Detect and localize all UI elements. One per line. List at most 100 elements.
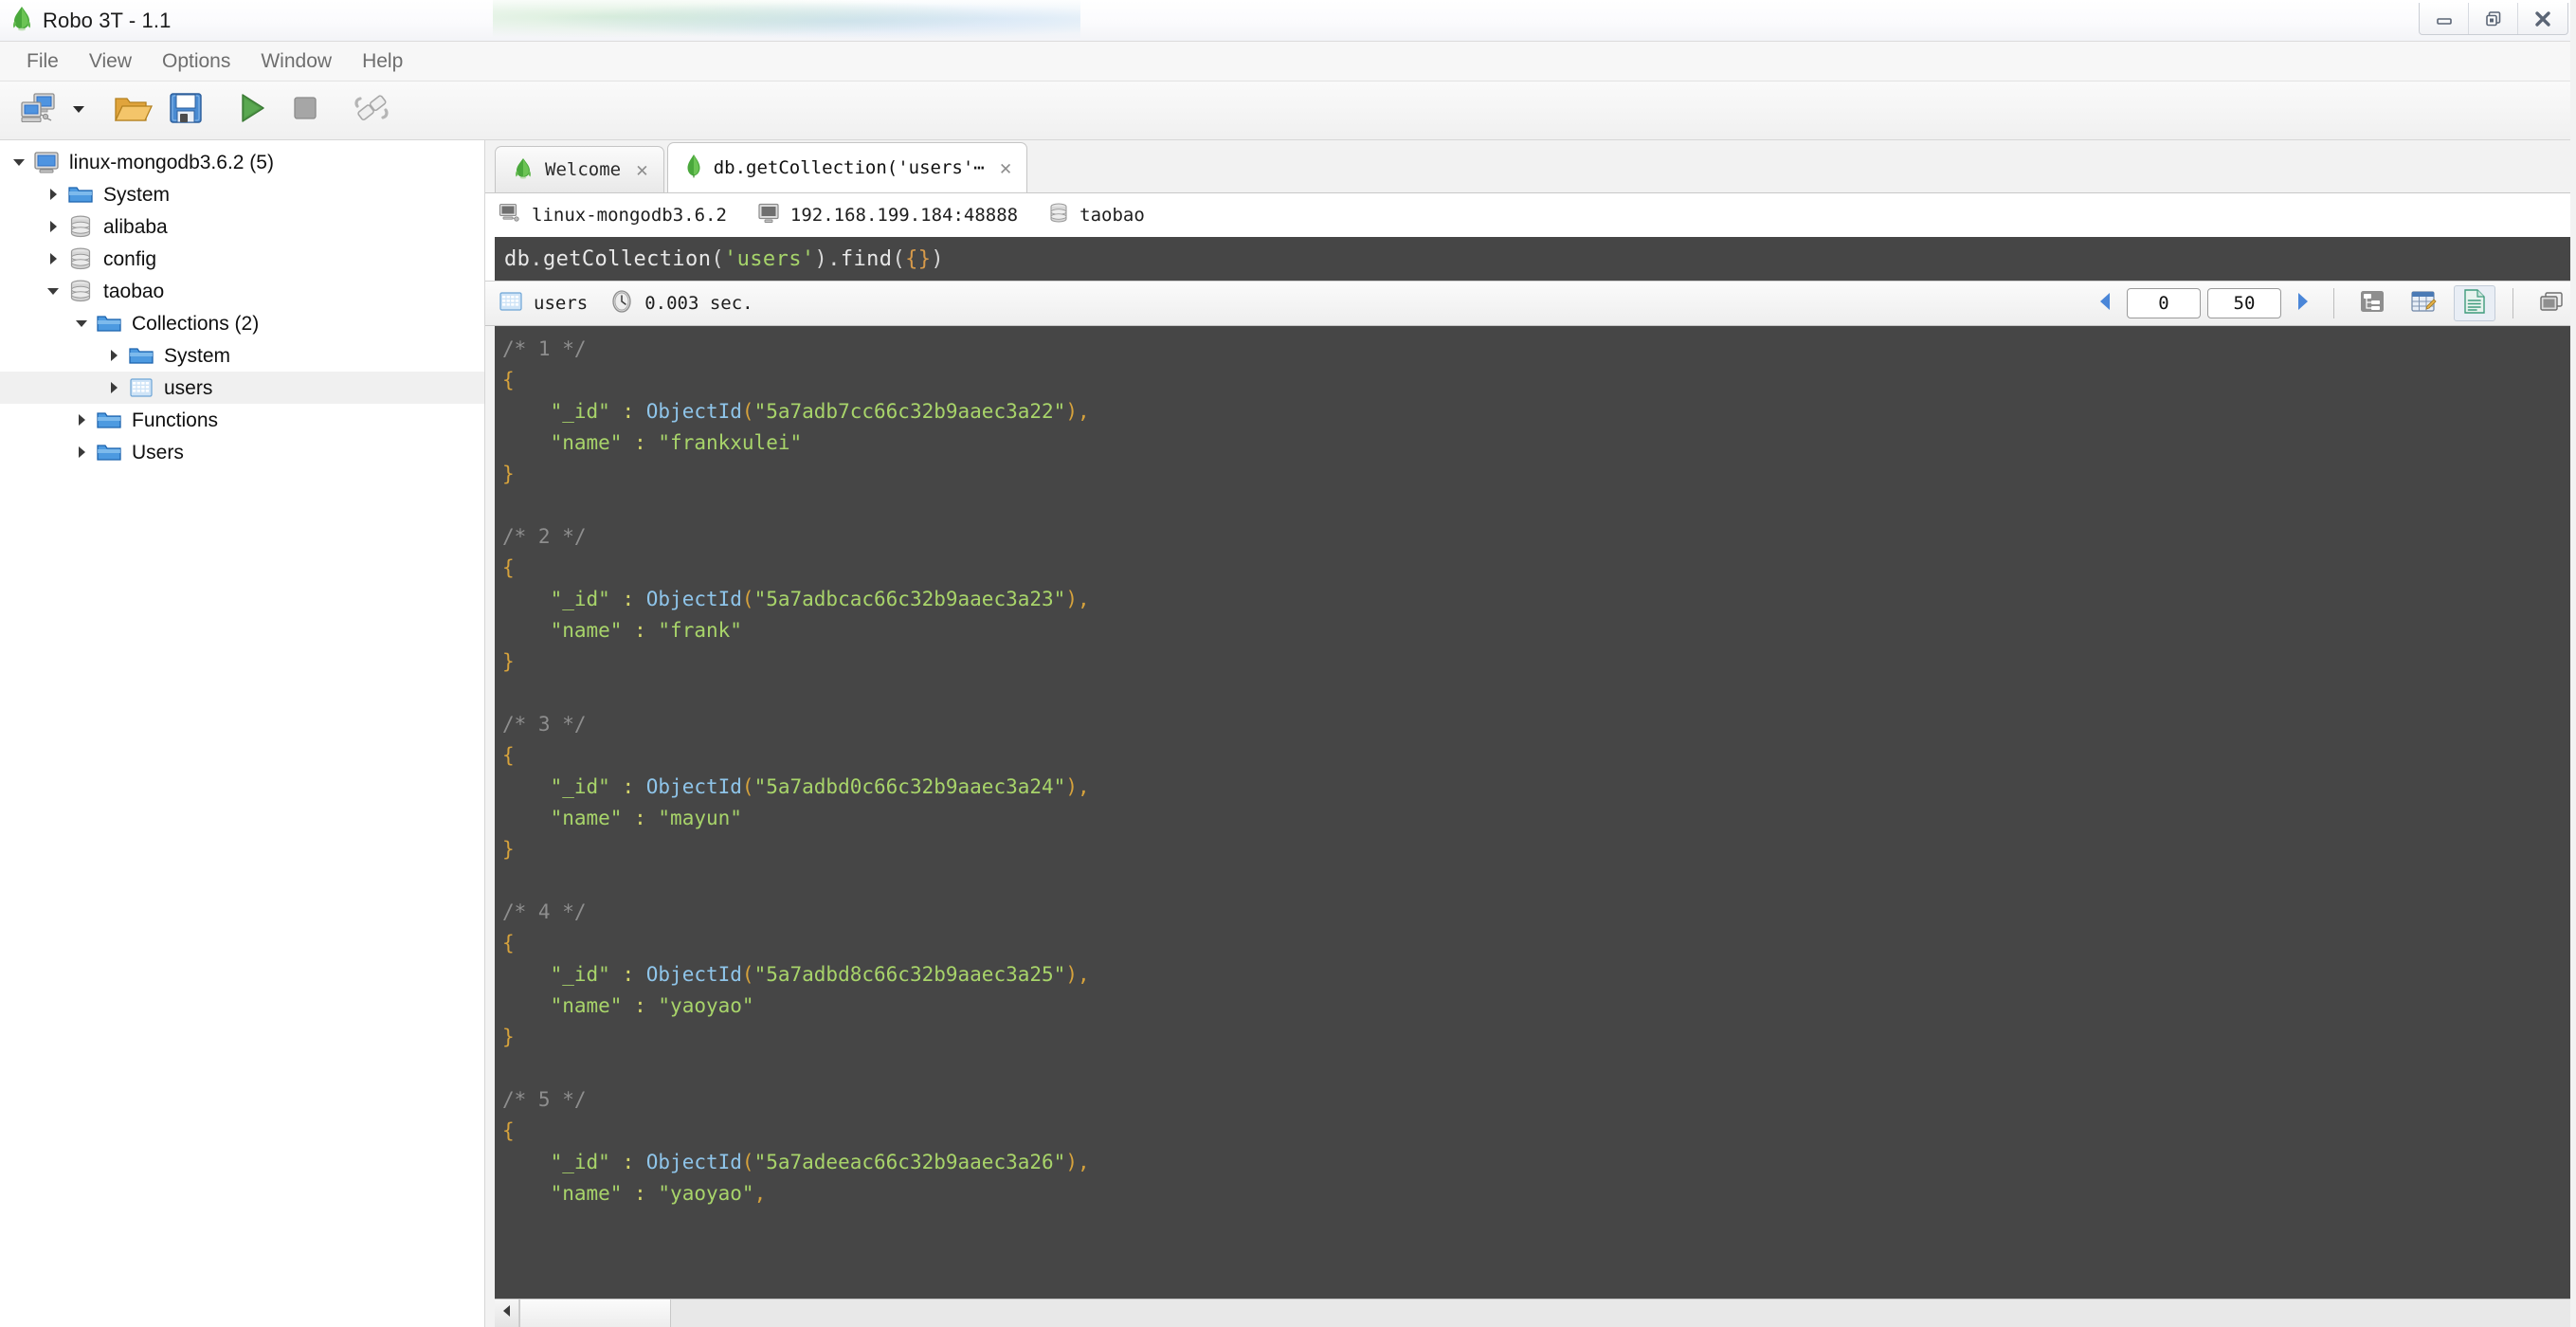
tree-item-db-taobao[interactable]: taobao bbox=[0, 275, 484, 307]
connect-dropdown[interactable] bbox=[66, 87, 91, 135]
split-view-icon bbox=[2538, 289, 2565, 318]
menu-view[interactable]: View bbox=[74, 46, 147, 77]
pager-limit-input[interactable]: 50 bbox=[2207, 288, 2281, 318]
execute-button[interactable] bbox=[227, 87, 277, 135]
field-key-id: "_id" bbox=[550, 400, 610, 423]
minimize-button[interactable] bbox=[2420, 3, 2469, 34]
floppy-save-icon bbox=[168, 91, 204, 130]
robo3t-leaf-icon bbox=[513, 156, 534, 184]
objectid-close-paren: ) bbox=[1065, 963, 1078, 986]
token-db: db bbox=[504, 246, 531, 271]
text-view-button[interactable] bbox=[2454, 285, 2495, 321]
results-collection-name: users bbox=[534, 293, 589, 314]
tree-item-system-collections[interactable]: System bbox=[0, 339, 484, 372]
document-comment: /* 4 */ bbox=[502, 900, 587, 923]
tab-label: Welcome bbox=[545, 159, 622, 180]
twisty-closed-icon[interactable] bbox=[100, 342, 127, 369]
field-colon: : bbox=[622, 775, 635, 798]
collection-icon bbox=[127, 375, 155, 400]
objectid-type: ObjectId bbox=[645, 775, 742, 798]
field-key-name: "name" bbox=[550, 431, 623, 454]
document-open-brace: { bbox=[502, 932, 515, 954]
results-toolbar: users 0.003 sec. 0 50 bbox=[485, 281, 2576, 326]
field-key-name: "name" bbox=[550, 619, 623, 642]
open-script-button[interactable] bbox=[108, 87, 157, 135]
field-colon: : bbox=[634, 431, 646, 454]
result-document: /* 3 */ { "_id" : ObjectId("5a7adbd0c66c… bbox=[502, 709, 2576, 897]
hscroll-left-button[interactable] bbox=[495, 1300, 519, 1327]
menu-file[interactable]: File bbox=[11, 46, 74, 77]
disconnect-button[interactable] bbox=[347, 87, 396, 135]
tab-welcome[interactable]: Welcome ✕ bbox=[495, 146, 664, 192]
field-key-name: "name" bbox=[550, 1182, 623, 1205]
query-editor[interactable]: db. getCollection('users'). find({}) bbox=[495, 237, 2576, 281]
tree-item-db-alibaba[interactable]: alibaba bbox=[0, 210, 484, 243]
document-close-brace: } bbox=[502, 650, 515, 673]
twisty-closed-icon[interactable] bbox=[100, 374, 127, 401]
results-horizontal-scrollbar[interactable] bbox=[495, 1299, 2576, 1327]
title-bar-glow bbox=[493, 0, 1080, 42]
hscroll-track[interactable] bbox=[671, 1300, 2576, 1327]
connect-button[interactable] bbox=[13, 87, 63, 135]
menu-options[interactable]: Options bbox=[147, 46, 245, 77]
menu-window[interactable]: Window bbox=[245, 46, 347, 77]
table-view-button[interactable] bbox=[2403, 285, 2444, 321]
objectid-value: "5a7adeeac66c32b9aaec3a26" bbox=[753, 1151, 1066, 1173]
database-icon bbox=[66, 279, 95, 303]
field-key-name: "name" bbox=[550, 994, 623, 1017]
tree-item-server[interactable]: linux-mongodb3.6.2 (5) bbox=[0, 146, 484, 178]
twisty-open-icon[interactable] bbox=[6, 149, 32, 175]
tree-item-system-db[interactable]: System bbox=[0, 178, 484, 210]
field-colon: : bbox=[622, 400, 635, 423]
token-empty-braces: {} bbox=[905, 246, 932, 271]
clock-icon bbox=[609, 288, 634, 319]
connection-host-label: 192.168.199.184:48888 bbox=[789, 205, 1019, 226]
tree-item-users-folder[interactable]: Users bbox=[0, 436, 484, 468]
objectid-open-paren: ( bbox=[741, 963, 754, 986]
tree-view-button[interactable] bbox=[2351, 285, 2393, 321]
twisty-open-icon[interactable] bbox=[40, 278, 66, 304]
twisty-open-icon[interactable] bbox=[68, 310, 95, 336]
server-icon bbox=[32, 150, 61, 174]
save-script-button[interactable] bbox=[161, 87, 210, 135]
tree-item-collection-users[interactable]: users bbox=[0, 372, 484, 404]
tab-query-users[interactable]: db.getCollection('users'⋯ ✕ bbox=[666, 142, 1028, 192]
objectid-type: ObjectId bbox=[645, 400, 742, 423]
results-pager: 0 50 bbox=[2092, 288, 2316, 318]
token-close-paren-1: ) bbox=[814, 246, 828, 271]
tree-item-label: users bbox=[164, 376, 213, 399]
tree-item-db-config[interactable]: config bbox=[0, 243, 484, 275]
menu-help[interactable]: Help bbox=[347, 46, 418, 77]
split-view-button[interactable] bbox=[2531, 285, 2572, 321]
pager-prev-button[interactable] bbox=[2092, 288, 2120, 318]
hscroll-thumb[interactable] bbox=[519, 1300, 671, 1327]
field-colon: : bbox=[634, 1182, 646, 1205]
twisty-closed-icon[interactable] bbox=[68, 439, 95, 465]
field-key-id: "_id" bbox=[550, 963, 610, 986]
triangle-left-small-icon bbox=[501, 1303, 513, 1323]
stop-button[interactable] bbox=[281, 87, 330, 135]
tab-close-button[interactable]: ✕ bbox=[636, 158, 648, 181]
twisty-closed-icon[interactable] bbox=[40, 181, 66, 208]
chevron-down-icon bbox=[71, 102, 86, 119]
close-button[interactable] bbox=[2518, 3, 2567, 34]
twisty-closed-icon[interactable] bbox=[68, 407, 95, 433]
pager-skip-input[interactable]: 0 bbox=[2127, 288, 2201, 318]
tree-item-collections[interactable]: Collections (2) bbox=[0, 307, 484, 339]
main-toolbar bbox=[0, 82, 2576, 140]
tab-close-button[interactable]: ✕ bbox=[1000, 156, 1012, 179]
restore-button[interactable] bbox=[2469, 3, 2518, 34]
connection-server: linux-mongodb3.6.2 bbox=[499, 203, 727, 228]
token-dot-2: . bbox=[827, 246, 841, 271]
field-value-name: "yaoyao" bbox=[658, 1182, 754, 1205]
twisty-closed-icon[interactable] bbox=[40, 245, 66, 272]
tree-item-functions[interactable]: Functions bbox=[0, 404, 484, 436]
results-output[interactable]: /* 1 */ { "_id" : ObjectId("5a7adb7cc66c… bbox=[495, 326, 2576, 1299]
token-open-paren-2: ( bbox=[892, 246, 906, 271]
window-title: Robo 3T - 1.1 bbox=[43, 8, 172, 32]
explorer-sidebar[interactable]: linux-mongodb3.6.2 (5) System alibaba co… bbox=[0, 140, 485, 1327]
field-comma: , bbox=[1077, 775, 1090, 798]
pager-next-button[interactable] bbox=[2288, 288, 2316, 318]
field-comma: , bbox=[1077, 400, 1090, 423]
twisty-closed-icon[interactable] bbox=[40, 213, 66, 240]
